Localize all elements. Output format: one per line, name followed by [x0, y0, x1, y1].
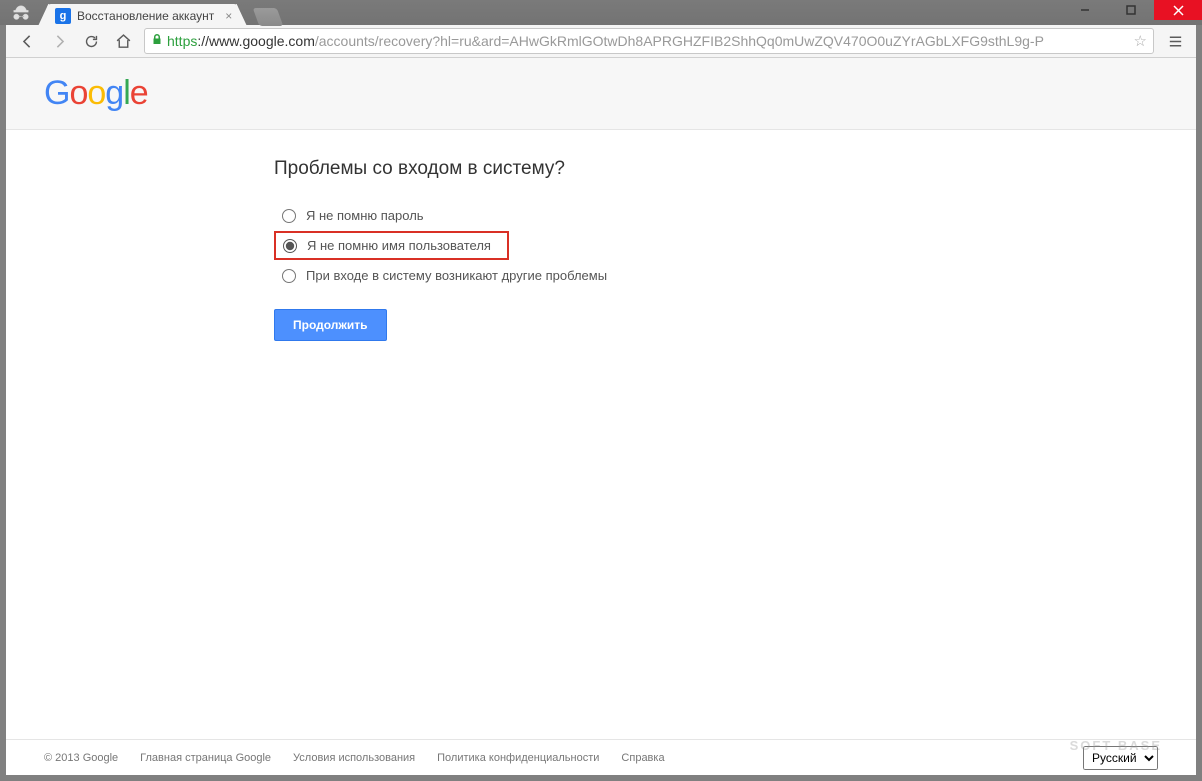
reload-button[interactable]	[76, 27, 106, 55]
tab-close-icon[interactable]: ×	[225, 9, 232, 23]
window-controls	[1062, 0, 1202, 20]
radio-forgot-username[interactable]	[283, 239, 297, 253]
titlebar: g Восстановление аккаунт ×	[0, 0, 1202, 25]
header-region: Google	[6, 58, 1196, 130]
language-selector[interactable]: Русский	[1083, 746, 1158, 770]
chrome-menu-button[interactable]	[1160, 27, 1190, 55]
continue-button[interactable]: Продолжить	[274, 309, 387, 341]
option-other-problems[interactable]: При входе в систему возникают другие про…	[274, 262, 1196, 289]
tab-title: Восстановление аккаунт	[77, 9, 214, 23]
google-logo: Google	[44, 74, 148, 113]
copyright: © 2013 Google	[44, 752, 118, 764]
url-scheme: https	[167, 33, 197, 49]
option-forgot-username[interactable]: Я не помню имя пользователя	[274, 231, 509, 260]
window-close-button[interactable]	[1154, 0, 1202, 20]
new-tab-button[interactable]	[253, 8, 284, 26]
content-wrap: https ://www.google.com /accounts/recove…	[0, 25, 1202, 781]
option-label: Я не помню имя пользователя	[307, 238, 491, 253]
option-forgot-password[interactable]: Я не помню пароль	[274, 202, 1196, 229]
back-button[interactable]	[12, 27, 42, 55]
footer-link-home[interactable]: Главная страница Google	[140, 752, 271, 764]
url-host: ://www.google.com	[197, 33, 315, 49]
browser-window: g Восстановление аккаунт ×	[0, 0, 1202, 781]
window-maximize-button[interactable]	[1108, 0, 1154, 20]
browser-toolbar: https ://www.google.com /accounts/recove…	[6, 25, 1196, 58]
footer-link-help[interactable]: Справка	[621, 752, 664, 764]
browser-tab[interactable]: g Восстановление аккаунт ×	[47, 4, 238, 28]
forward-button[interactable]	[44, 27, 74, 55]
page-body: Google Проблемы со входом в систему? Я н…	[6, 58, 1196, 775]
radio-other-problems[interactable]	[282, 269, 296, 283]
address-bar[interactable]: https ://www.google.com /accounts/recove…	[144, 28, 1154, 54]
footer-link-terms[interactable]: Условия использования	[293, 752, 415, 764]
bookmark-star-icon[interactable]: ☆	[1134, 32, 1147, 50]
page-footer: © 2013 Google Главная страница Google Ус…	[6, 739, 1196, 775]
window-minimize-button[interactable]	[1062, 0, 1108, 20]
lock-icon	[151, 33, 163, 49]
radio-forgot-password[interactable]	[282, 209, 296, 223]
incognito-icon	[10, 3, 32, 25]
option-label: При входе в систему возникают другие про…	[306, 268, 607, 283]
home-button[interactable]	[108, 27, 138, 55]
option-label: Я не помню пароль	[306, 208, 424, 223]
footer-link-privacy[interactable]: Политика конфиденциальности	[437, 752, 599, 764]
main-content: Проблемы со входом в систему? Я не помню…	[6, 130, 1196, 739]
page-heading: Проблемы со входом в систему?	[274, 158, 1196, 180]
url-path: /accounts/recovery?hl=ru&ard=AHwGkRmlGOt…	[315, 33, 1044, 49]
google-favicon: g	[55, 8, 71, 24]
